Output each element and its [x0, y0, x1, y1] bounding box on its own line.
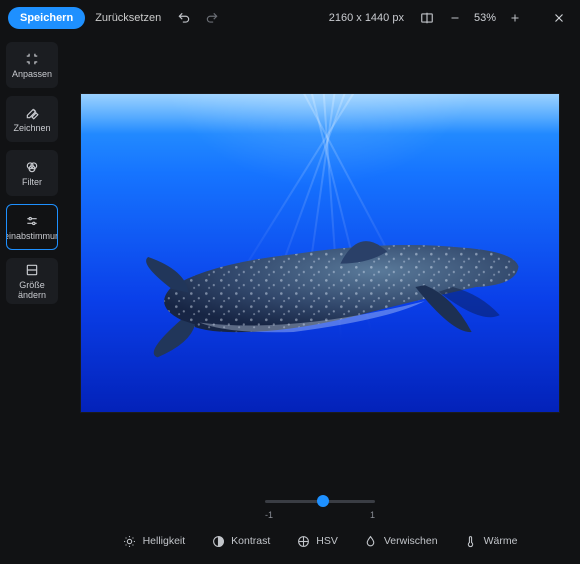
tab-hsv[interactable]: HSV [290, 530, 344, 552]
tab-label: Verwischen [384, 535, 438, 547]
hsv-icon [296, 534, 310, 548]
minus-icon [449, 12, 461, 24]
sidebar-item-finetune[interactable]: einabstimmun [6, 204, 58, 250]
droplet-icon [364, 534, 378, 548]
sidebar-item-resize[interactable]: Größe ändern [6, 258, 58, 304]
tab-warmth[interactable]: Wärme [458, 530, 524, 552]
whale-shark-image [136, 212, 526, 362]
sliders-icon [24, 213, 40, 229]
sidebar-item-label: Anpassen [12, 70, 52, 79]
tab-label: Helligkeit [143, 535, 186, 547]
undo-icon [177, 11, 191, 25]
plus-icon [509, 12, 521, 24]
value-slider[interactable] [265, 494, 375, 508]
slider-min-label: -1 [265, 510, 273, 520]
tab-label: HSV [316, 535, 338, 547]
tab-label: Kontrast [231, 535, 270, 547]
save-button[interactable]: Speichern [8, 7, 85, 29]
dimensions-label: 2160 x 1440 px [321, 12, 412, 24]
contrast-icon [211, 534, 225, 548]
tab-label: Wärme [484, 535, 518, 547]
close-button[interactable] [546, 5, 572, 31]
tab-brightness[interactable]: Helligkeit [117, 530, 192, 552]
zoom-value: 53% [468, 12, 502, 24]
zoom-controls: 53% [442, 5, 528, 31]
resize-icon [24, 262, 40, 278]
filter-icon [24, 159, 40, 175]
compare-icon [420, 11, 434, 25]
zoom-in-button[interactable] [502, 5, 528, 31]
slider-max-label: 1 [370, 510, 375, 520]
zoom-out-button[interactable] [442, 5, 468, 31]
sidebar-item-label: einabstimmun [6, 232, 58, 241]
canvas-wrap [70, 94, 570, 492]
sidebar-item-label: Zeichnen [13, 124, 50, 133]
slider-zone: -1 1 [70, 492, 570, 520]
close-icon [552, 11, 566, 25]
sidebar-item-fit[interactable]: Anpassen [6, 42, 58, 88]
image-canvas[interactable] [81, 94, 559, 412]
thermometer-icon [464, 534, 478, 548]
tab-contrast[interactable]: Kontrast [205, 530, 276, 552]
pencil-icon [24, 105, 40, 121]
tab-blur[interactable]: Verwischen [358, 530, 444, 552]
adjustment-tabs: Helligkeit Kontrast HSV Verwischen [117, 520, 524, 558]
sun-icon [123, 534, 137, 548]
main-area: -1 1 Helligkeit Kontrast HSV [64, 36, 580, 564]
sidebar-item-draw[interactable]: Zeichnen [6, 96, 58, 142]
undo-button[interactable] [171, 5, 197, 31]
slider-thumb[interactable] [317, 495, 329, 507]
compare-button[interactable] [414, 5, 440, 31]
sidebar-item-label: Filter [22, 178, 42, 187]
sidebar: Anpassen Zeichnen Filter einabstimmun Gr [0, 36, 64, 564]
reset-button[interactable]: Zurücksetzen [87, 7, 169, 29]
crop-icon [24, 51, 40, 67]
redo-button[interactable] [199, 5, 225, 31]
sidebar-item-filter[interactable]: Filter [6, 150, 58, 196]
topbar: Speichern Zurücksetzen 2160 x 1440 px 53… [0, 0, 580, 36]
redo-icon [205, 11, 219, 25]
sidebar-item-label: Größe ändern [9, 281, 55, 300]
